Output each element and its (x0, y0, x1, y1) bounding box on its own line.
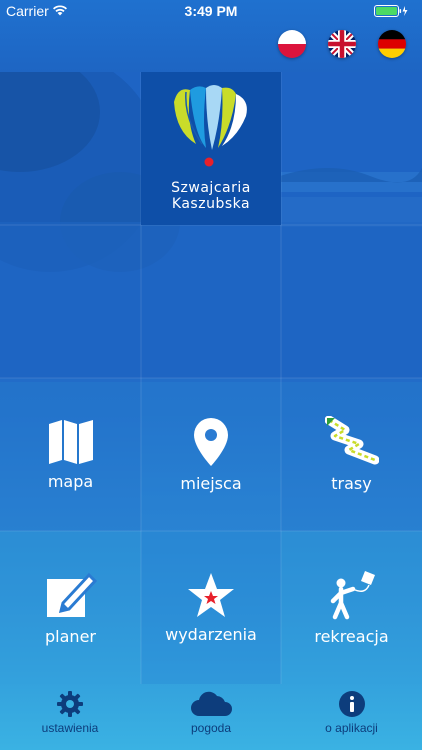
info-icon (338, 691, 365, 717)
tile-label-trasy: trasy (331, 474, 372, 493)
tile-label-wydarzenia: wydarzenia (165, 625, 257, 644)
tile-rekreacja[interactable]: rekreacja (281, 531, 422, 684)
app-logo: Szwajcaria Kaszubska (141, 72, 281, 225)
cloud-icon (191, 691, 232, 716)
tab-label-o-aplikacji: o aplikacji (325, 721, 378, 735)
status-bar: Carrier 3:49 PM (0, 0, 422, 22)
logo-line-2: Kaszubska (171, 196, 251, 212)
tile-label-miejsca: miejsca (180, 474, 242, 493)
tab-ustawienia[interactable]: ustawienia (0, 690, 140, 746)
tile-miejsca[interactable]: miejsca (141, 378, 281, 531)
location-pin-icon (194, 418, 228, 466)
map-icon (48, 420, 93, 464)
logo-line-1: Szwajcaria (171, 180, 251, 196)
logo-text: Szwajcaria Kaszubska (171, 180, 251, 212)
battery-icon (374, 5, 408, 17)
german-flag-icon[interactable] (378, 30, 406, 58)
tab-label-pogoda: pogoda (190, 721, 232, 735)
tab-o-aplikacji[interactable]: o aplikacji (281, 690, 422, 746)
polish-flag-icon[interactable] (278, 30, 306, 58)
tile-planer[interactable]: planer (0, 531, 141, 684)
tile-label-rekreacja: rekreacja (314, 627, 389, 646)
edit-note-icon (46, 572, 97, 617)
gear-icon (57, 691, 83, 717)
tile-trasy[interactable]: trasy (281, 378, 422, 531)
tab-label-ustawienia: ustawienia (41, 721, 99, 735)
uk-flag-icon[interactable] (328, 30, 356, 58)
language-selector (278, 30, 406, 58)
tile-label-planer: planer (45, 627, 96, 646)
kite-person-icon (330, 571, 375, 620)
tile-label-mapa: mapa (47, 472, 94, 491)
balloon-logo-icon (174, 85, 247, 167)
route-icon (324, 416, 379, 465)
star-icon (188, 573, 234, 617)
status-time: 3:49 PM (184, 3, 238, 19)
tab-pogoda[interactable]: pogoda (141, 690, 281, 746)
tile-mapa[interactable]: mapa (0, 378, 141, 531)
tile-wydarzenia[interactable]: wydarzenia (141, 531, 281, 684)
